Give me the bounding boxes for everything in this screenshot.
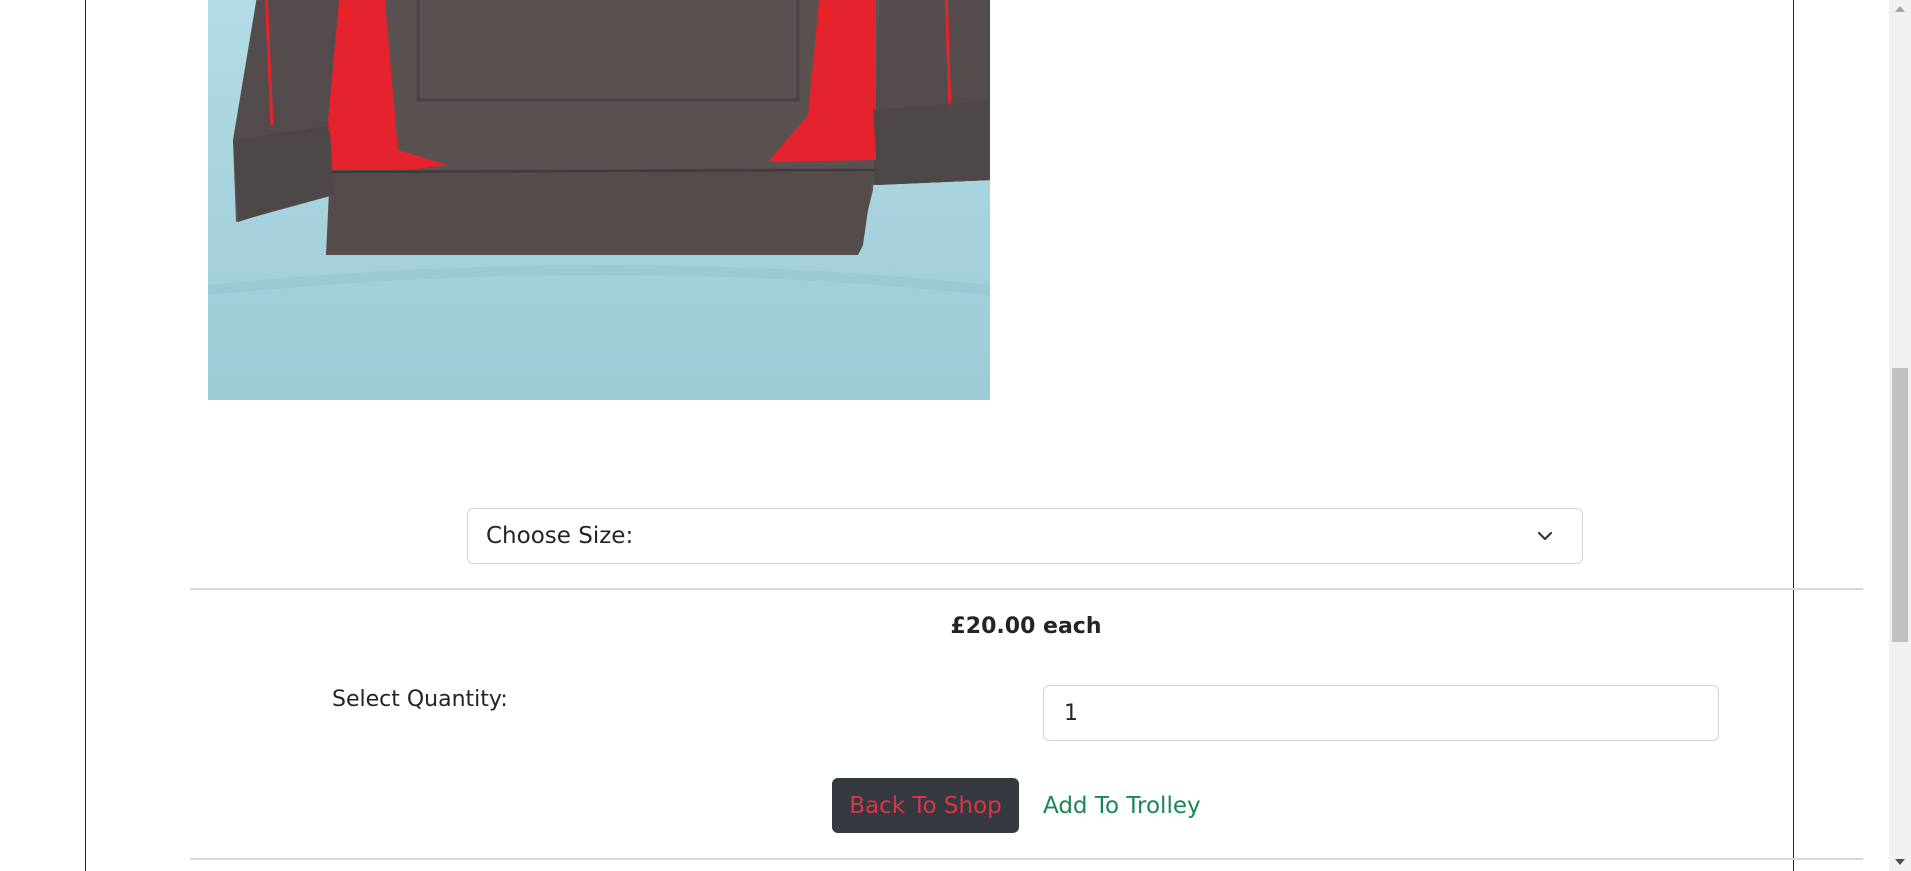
price-label: £20.00 each: [950, 614, 1102, 639]
chevron-down-icon: [1537, 531, 1553, 541]
quantity-label: Select Quantity:: [332, 687, 508, 712]
product-image: [208, 0, 990, 400]
hoodie-illustration: [208, 0, 990, 400]
quantity-value: 1: [1064, 700, 1078, 726]
scrollbar-thumb[interactable]: [1892, 368, 1908, 642]
scroll-up-arrow-icon[interactable]: [1895, 6, 1905, 12]
add-to-trolley-button[interactable]: Add To Trolley: [1043, 778, 1201, 833]
product-card: Choose Size: £20.00 each Select Quantity…: [85, 0, 1863, 871]
page-viewport: Choose Size: £20.00 each Select Quantity…: [0, 0, 1911, 871]
size-select[interactable]: Choose Size:: [467, 508, 1583, 564]
divider-top: [190, 588, 1863, 590]
back-to-shop-button[interactable]: Back To Shop: [832, 778, 1019, 833]
size-select-placeholder: Choose Size:: [486, 523, 634, 549]
divider-bottom: [190, 858, 1863, 860]
scroll-down-arrow-icon[interactable]: [1895, 859, 1905, 865]
vertical-scrollbar[interactable]: [1889, 0, 1911, 871]
quantity-input[interactable]: 1: [1043, 685, 1719, 741]
